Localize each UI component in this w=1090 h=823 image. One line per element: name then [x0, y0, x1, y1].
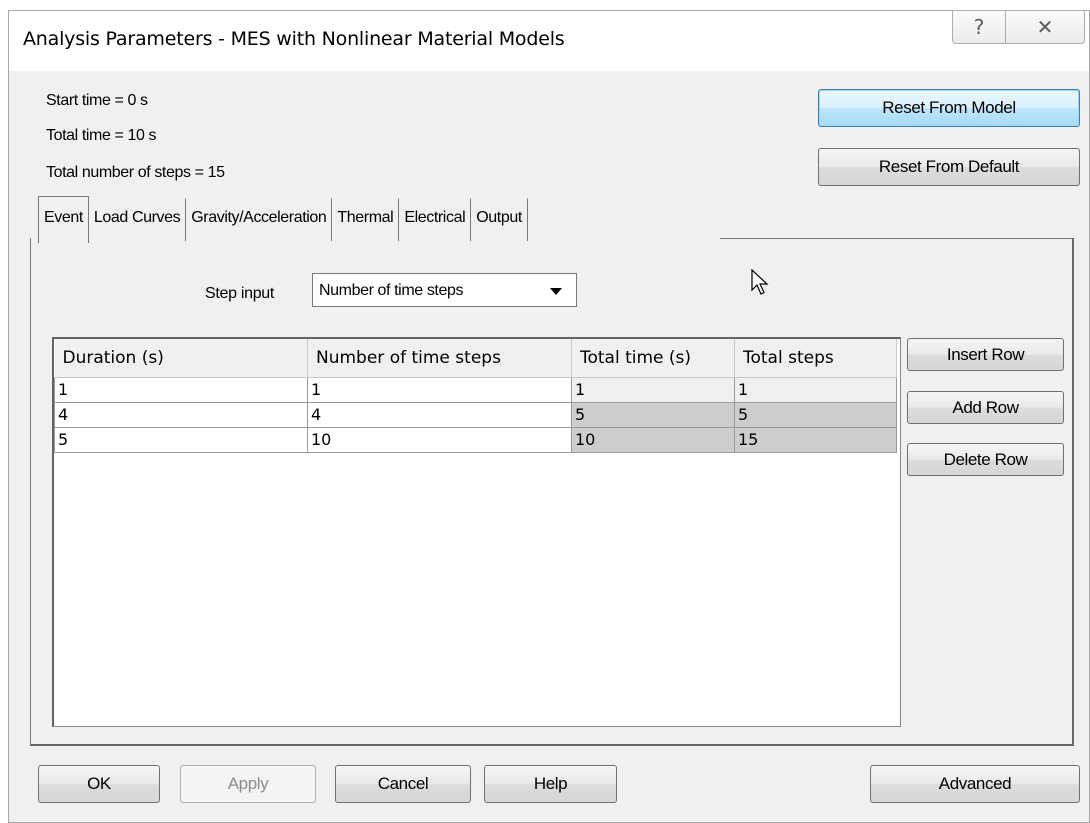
column-header-total-time[interactable]: Total time (s): [571, 339, 735, 378]
cell-total-time: 1: [571, 376, 735, 403]
help-title-button[interactable]: ?: [952, 10, 1006, 44]
total-time-text: Total time = 10 s: [46, 127, 157, 144]
chevron-down-icon: [550, 288, 562, 295]
delete-row-button[interactable]: Delete Row: [907, 443, 1064, 476]
event-table-grid: Duration (s) Number of time steps Total …: [54, 339, 897, 453]
cell-duration[interactable]: 4: [54, 401, 308, 428]
close-icon: ✕: [1036, 16, 1054, 39]
tab-electrical[interactable]: Electrical: [399, 198, 472, 241]
tab-gravity-acceleration[interactable]: Gravity/Acceleration: [186, 198, 333, 241]
close-button[interactable]: ✕: [1005, 10, 1085, 44]
tab-thermal[interactable]: Thermal: [332, 198, 400, 241]
tab-strip: Event Load Curves Gravity/Acceleration T…: [38, 196, 528, 243]
ok-button[interactable]: OK: [38, 765, 160, 803]
cell-number-of-time-steps[interactable]: 10: [307, 426, 572, 453]
table-row: 1 1 1 1: [54, 376, 897, 403]
reset-from-model-button[interactable]: Reset From Model: [818, 89, 1080, 127]
step-input-value: Number of time steps: [319, 282, 464, 299]
help-icon: ?: [973, 15, 985, 39]
window-title: Analysis Parameters - MES with Nonlinear…: [23, 28, 565, 50]
start-time-text: Start time = 0 s: [46, 92, 148, 109]
column-header-number-of-time-steps[interactable]: Number of time steps: [307, 339, 572, 378]
column-header-duration[interactable]: Duration (s): [54, 339, 308, 378]
step-input-label: Step input: [205, 285, 275, 302]
advanced-button[interactable]: Advanced: [870, 765, 1080, 803]
cell-duration[interactable]: 5: [54, 426, 308, 453]
table-header-row: Duration (s) Number of time steps Total …: [54, 339, 897, 378]
add-row-button[interactable]: Add Row: [907, 391, 1064, 424]
cell-total-steps: 5: [734, 401, 897, 428]
cell-number-of-time-steps[interactable]: 1: [307, 376, 572, 403]
step-input-select[interactable]: Number of time steps: [312, 273, 577, 307]
table-row: 5 10 10 15: [54, 426, 897, 453]
tab-load-curves[interactable]: Load Curves: [88, 198, 187, 241]
tab-event[interactable]: Event: [38, 196, 89, 243]
cell-number-of-time-steps[interactable]: 4: [307, 401, 572, 428]
cell-total-time: 5: [571, 401, 735, 428]
help-button[interactable]: Help: [484, 765, 617, 803]
table-row: 4 4 5 5: [54, 401, 897, 428]
tab-output[interactable]: Output: [471, 198, 528, 241]
insert-row-button[interactable]: Insert Row: [907, 338, 1064, 371]
reset-from-default-button[interactable]: Reset From Default: [818, 148, 1080, 186]
cell-total-steps: 15: [734, 426, 897, 453]
title-bar: Analysis Parameters - MES with Nonlinear…: [9, 10, 1089, 71]
cell-duration[interactable]: 1: [54, 376, 308, 403]
mouse-pointer-icon: [751, 268, 769, 295]
total-steps-text: Total number of steps = 15: [46, 164, 225, 181]
cell-total-time: 10: [571, 426, 735, 453]
cell-total-steps: 1: [734, 376, 897, 403]
column-header-total-steps[interactable]: Total steps: [734, 339, 897, 378]
event-table[interactable]: Duration (s) Number of time steps Total …: [52, 337, 901, 727]
apply-button[interactable]: Apply: [180, 765, 316, 803]
cancel-button[interactable]: Cancel: [335, 765, 471, 803]
